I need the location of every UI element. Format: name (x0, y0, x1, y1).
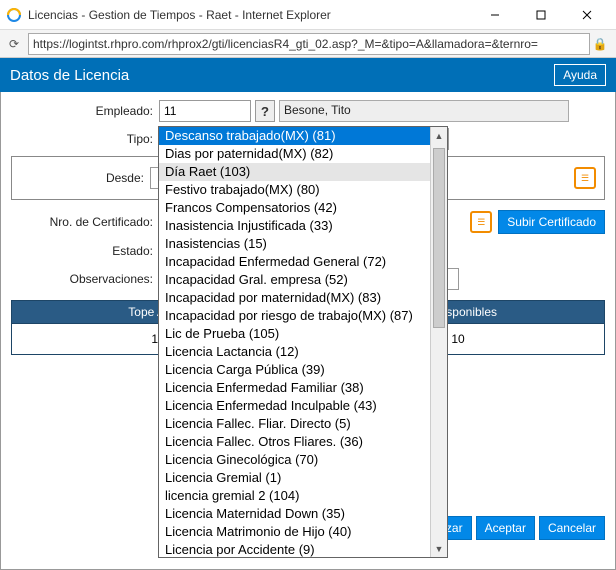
dropdown-option[interactable]: Licencia Fallec. Otros Fliares. (36) (159, 433, 430, 451)
ie-icon (6, 7, 22, 23)
address-bar: ⟳ 🔒 (0, 30, 616, 58)
dropdown-option[interactable]: Licencia Carga Pública (39) (159, 361, 430, 379)
lock-icon: 🔒 (590, 37, 610, 51)
dropdown-option[interactable]: Incapacidad Enfermedad General (72) (159, 253, 430, 271)
empleado-label: Empleado: (11, 104, 159, 118)
dropdown-option[interactable]: Incapacidad por riesgo de trabajo(MX) (8… (159, 307, 430, 325)
dropdown-option[interactable]: Descanso trabajado(MX) (81) (159, 127, 430, 145)
close-button[interactable] (564, 0, 610, 30)
dropdown-option[interactable]: Incapacidad Gral. empresa (52) (159, 271, 430, 289)
dropdown-option[interactable]: licencia gremial 2 (104) (159, 487, 430, 505)
maximize-button[interactable] (518, 0, 564, 30)
tipo-dropdown-list[interactable]: Descanso trabajado(MX) (81)Dias por pate… (158, 126, 448, 558)
dropdown-option[interactable]: Incapacidad por maternidad(MX) (83) (159, 289, 430, 307)
cert-label: Nro. de Certificado: (11, 215, 159, 229)
aceptar-button[interactable]: Aceptar (476, 516, 535, 540)
cancelar-button[interactable]: Cancelar (539, 516, 605, 540)
subir-cert-button[interactable]: Subir Certificado (498, 210, 605, 234)
scroll-up-arrow[interactable]: ▲ (431, 127, 447, 144)
calendar-icon[interactable]: ☰ (574, 167, 596, 189)
desde-label: Desde: (20, 171, 150, 185)
empleado-name-display: Besone, Tito (279, 100, 569, 122)
dropdown-option[interactable]: Día Raet (103) (159, 163, 430, 181)
window-title: Licencias - Gestion de Tiempos - Raet - … (28, 8, 472, 22)
scroll-thumb[interactable] (433, 148, 445, 328)
dropdown-option[interactable]: Licencia Matrimonio de Hijo (40) (159, 523, 430, 541)
dropdown-option[interactable]: Licencia Maternidad Down (35) (159, 505, 430, 523)
dropdown-option[interactable]: Licencia Enfermedad Inculpable (43) (159, 397, 430, 415)
dropdown-option[interactable]: Licencia Enfermedad Familiar (38) (159, 379, 430, 397)
dropdown-option[interactable]: Licencia Lactancia (12) (159, 343, 430, 361)
dropdown-scrollbar[interactable]: ▲ ▼ (430, 127, 447, 557)
minimize-button[interactable] (472, 0, 518, 30)
refresh-icon[interactable]: ⟳ (6, 37, 22, 51)
dropdown-option[interactable]: Inasistencias (15) (159, 235, 430, 253)
dropdown-option[interactable]: Licencia Fallec. Fliar. Directo (5) (159, 415, 430, 433)
panel-header: Datos de Licencia Ayuda (0, 58, 616, 92)
cert-calendar-icon[interactable]: ☰ (470, 211, 492, 233)
scroll-down-arrow[interactable]: ▼ (431, 540, 447, 557)
empleado-lookup-button[interactable]: ? (255, 100, 275, 122)
dropdown-option[interactable]: Inasistencia Injustificada (33) (159, 217, 430, 235)
dropdown-option[interactable]: Francos Compensatorios (42) (159, 199, 430, 217)
page-title: Datos de Licencia (10, 67, 129, 84)
empleado-input[interactable] (159, 100, 251, 122)
help-button[interactable]: Ayuda (554, 64, 606, 86)
estado-label: Estado: (11, 244, 159, 258)
dropdown-option[interactable]: Licencia por Accidente (9) (159, 541, 430, 557)
obs-label: Observaciones: (11, 272, 159, 286)
dropdown-option[interactable]: Licencia Gremial (1) (159, 469, 430, 487)
dropdown-option[interactable]: Lic de Prueba (105) (159, 325, 430, 343)
dropdown-option[interactable]: Festivo trabajado(MX) (80) (159, 181, 430, 199)
window-titlebar: Licencias - Gestion de Tiempos - Raet - … (0, 0, 616, 30)
dropdown-option[interactable]: Licencia Ginecológica (70) (159, 451, 430, 469)
url-input[interactable] (28, 33, 590, 55)
tipo-label: Tipo: (11, 132, 159, 146)
dropdown-option[interactable]: Dias por paternidad(MX) (82) (159, 145, 430, 163)
